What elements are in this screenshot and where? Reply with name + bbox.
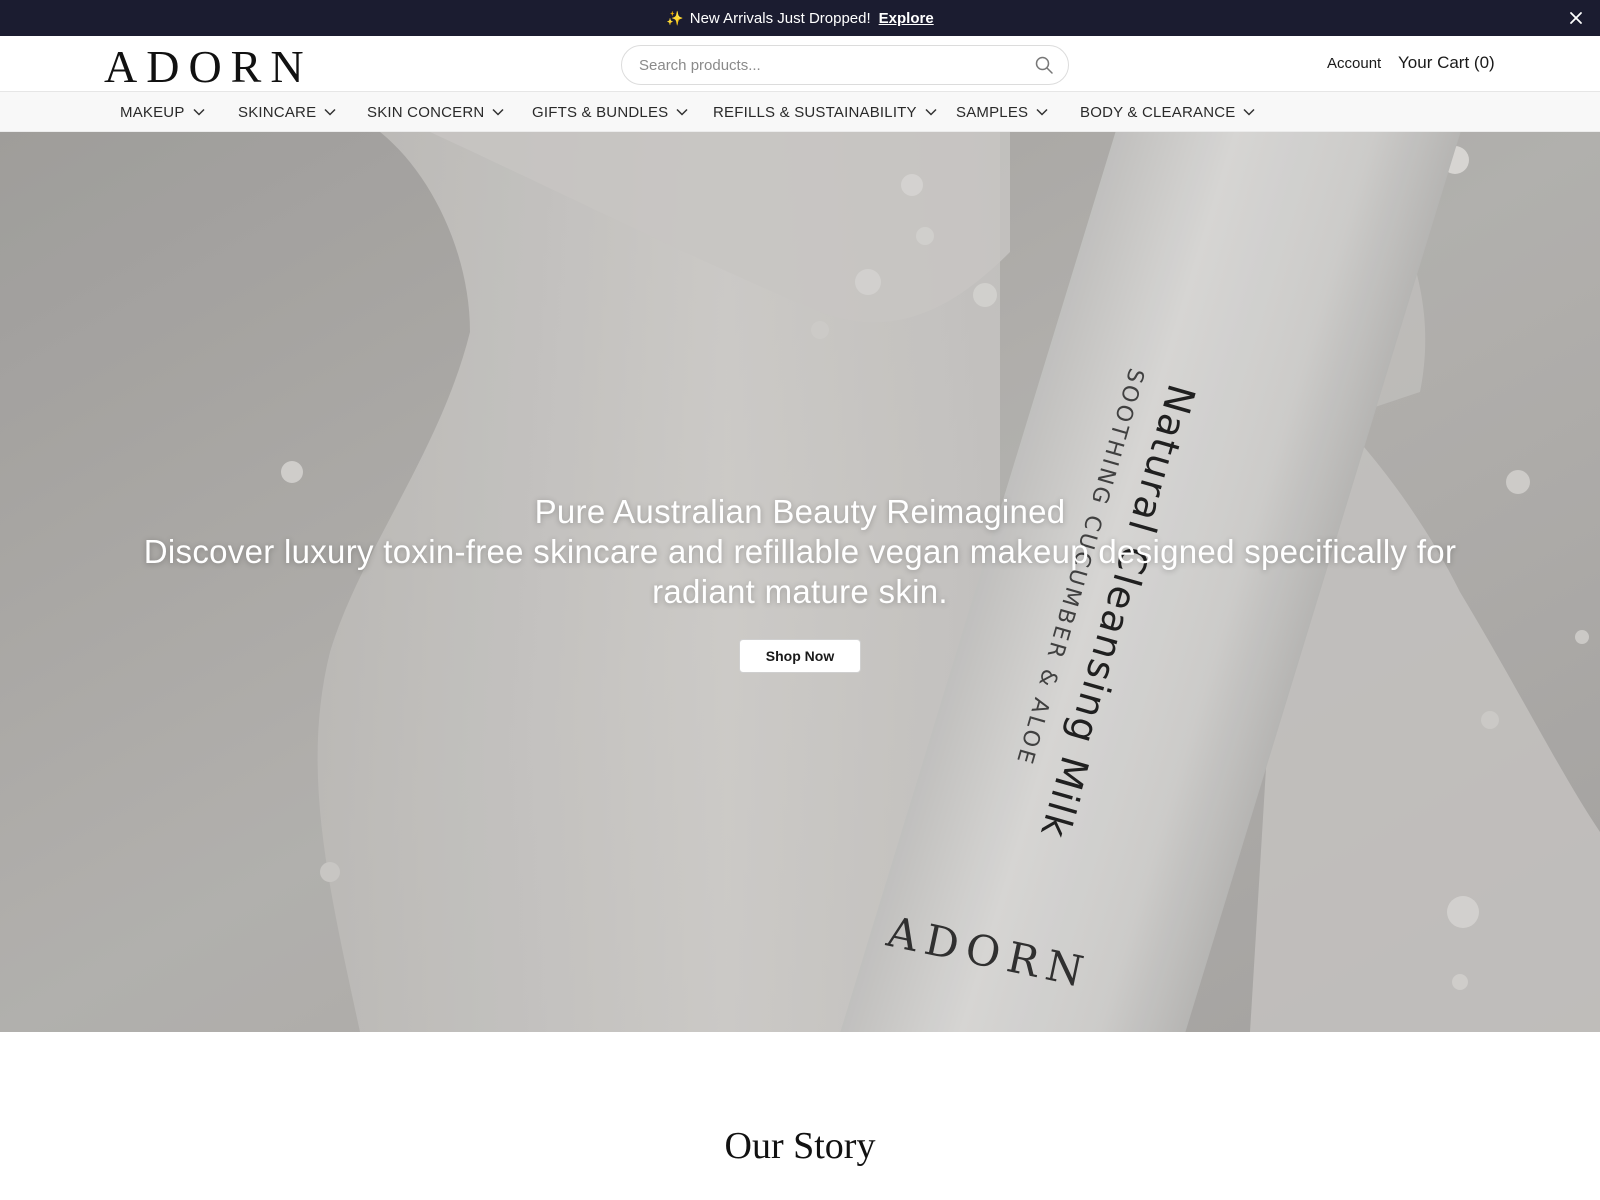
nav-item-label: SKIN CONCERN xyxy=(367,103,485,121)
chevron-down-icon xyxy=(925,108,937,116)
search-icon[interactable] xyxy=(1034,55,1054,75)
hero-subtitle: Discover luxury toxin-free skincare and … xyxy=(143,533,1457,610)
nav-item-label: SKINCARE xyxy=(238,103,317,121)
chevron-down-icon xyxy=(676,108,688,116)
sparkle-icon: ✨ xyxy=(666,9,684,26)
nav-item-makeup[interactable]: MAKEUP xyxy=(120,92,205,132)
nav-item-samples[interactable]: SAMPLES xyxy=(956,92,1048,132)
hero-title: Pure Australian Beauty Reimagined xyxy=(534,493,1066,530)
chevron-down-icon xyxy=(324,108,336,116)
nav-item-label: SAMPLES xyxy=(956,103,1029,121)
search-bar[interactable] xyxy=(621,45,1069,85)
nav-item-gifts-bundles[interactable]: GIFTS & BUNDLES xyxy=(532,92,688,132)
close-icon[interactable] xyxy=(1566,8,1586,28)
nav-item-label: REFILLS & SUSTAINABILITY xyxy=(713,103,917,121)
main-nav: MAKEUP SKINCARE SKIN CONCERN GIFTS & BUN… xyxy=(0,92,1600,132)
announcement-message: New Arrivals Just Dropped! xyxy=(689,9,871,27)
brand-logo[interactable]: ADORN xyxy=(104,44,313,90)
chevron-down-icon xyxy=(492,108,504,116)
nav-item-label: MAKEUP xyxy=(120,103,185,121)
hero-banner: Natural Cleansing Milk SOOTHING CUCUMBER… xyxy=(0,132,1600,1032)
hero-copy: Pure Australian Beauty Reimagined Discov… xyxy=(0,492,1600,612)
nav-item-label: GIFTS & BUNDLES xyxy=(532,103,669,121)
nav-item-refills-sustainability[interactable]: REFILLS & SUSTAINABILITY xyxy=(713,92,937,132)
nav-item-body-clearance[interactable]: BODY & CLEARANCE xyxy=(1080,92,1256,132)
chevron-down-icon xyxy=(1243,108,1256,116)
nav-item-skin-concern[interactable]: SKIN CONCERN xyxy=(367,92,504,132)
nav-item-skincare[interactable]: SKINCARE xyxy=(238,92,336,132)
site-header: ADORN Account Your Cart (0) xyxy=(0,36,1600,92)
cart-link[interactable]: Your Cart (0) xyxy=(1398,53,1495,73)
nav-item-label: BODY & CLEARANCE xyxy=(1080,103,1236,121)
shop-now-button[interactable]: Shop Now xyxy=(739,639,861,673)
chevron-down-icon xyxy=(193,108,205,116)
announcement-bar: ✨ New Arrivals Just Dropped! Explore xyxy=(0,0,1600,36)
search-input[interactable] xyxy=(639,56,1034,74)
chevron-down-icon xyxy=(1036,108,1048,116)
our-story-heading: Our Story xyxy=(724,1125,876,1167)
explore-link[interactable]: Explore xyxy=(879,10,934,27)
account-link[interactable]: Account xyxy=(1327,55,1381,72)
